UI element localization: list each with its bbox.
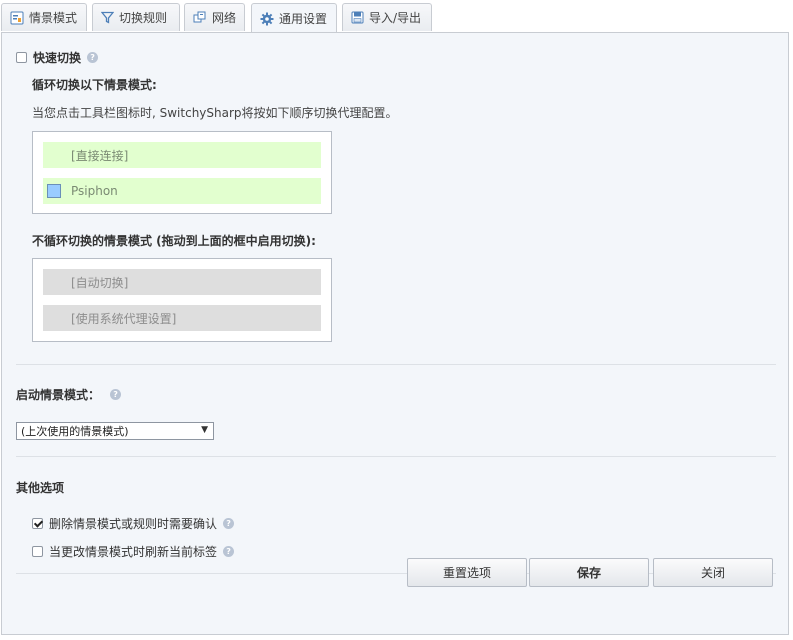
tab-general-settings[interactable]: 通用设置 xyxy=(251,3,337,33)
reset-button[interactable]: 重置选项 xyxy=(407,558,527,587)
tab-import-export[interactable]: 导入/导出 xyxy=(342,3,432,31)
general-settings-panel: 快速切换 ? 循环切换以下情景模式: 当您点击工具栏图标时, SwitchySh… xyxy=(1,32,789,635)
help-icon[interactable]: ? xyxy=(87,52,99,63)
noncycle-heading: 不循环切换的情景模式 (拖动到上面的框中启用切换): xyxy=(32,234,316,248)
tab-switch-rules-label: 切换规则 xyxy=(119,11,168,25)
option-confirm-delete: 删除情景模式或规则时需要确认 ? xyxy=(32,515,235,532)
startup-profile-selected: (上次使用的情景模式) xyxy=(21,425,129,438)
profiles-icon xyxy=(10,11,24,25)
option-refresh-tab: 当更改情景模式时刷新当前标签 ? xyxy=(32,543,235,560)
filter-icon xyxy=(101,11,114,24)
gear-icon xyxy=(260,12,274,26)
noncycle-item-system-label: [使用系统代理设置] xyxy=(71,311,177,326)
noncycle-item-auto-label: [自动切换] xyxy=(71,275,129,290)
tab-general-settings-label: 通用设置 xyxy=(279,12,328,26)
tab-import-export-label: 导入/导出 xyxy=(369,11,422,25)
refresh-tab-label: 当更改情景模式时刷新当前标签 xyxy=(49,545,218,559)
divider xyxy=(16,364,776,365)
tab-network-label: 网络 xyxy=(212,11,237,25)
cycle-description: 当您点击工具栏图标时, SwitchySharp将按如下顺序切换代理配置。 xyxy=(32,106,398,120)
tab-profiles[interactable]: 情景模式 xyxy=(1,3,87,31)
save-button[interactable]: 保存 xyxy=(529,558,649,587)
noncycle-profiles-box[interactable]: [自动切换] [使用系统代理设置] xyxy=(32,258,332,342)
noncycle-item-auto[interactable]: [自动切换] xyxy=(43,269,321,295)
help-icon[interactable]: ? xyxy=(223,518,235,529)
cycle-heading: 循环切换以下情景模式: xyxy=(32,78,157,92)
refresh-tab-checkbox[interactable] xyxy=(32,546,43,557)
other-options-heading: 其他选项 xyxy=(16,481,65,495)
chevron-down-icon: ▼ xyxy=(201,425,208,435)
profile-color-swatch xyxy=(47,184,61,198)
tab-switch-rules[interactable]: 切换规则 xyxy=(92,3,180,31)
network-icon xyxy=(193,11,207,24)
confirm-delete-checkbox[interactable] xyxy=(32,518,43,529)
floppy-disk-icon xyxy=(351,11,364,24)
startup-profile-select[interactable]: (上次使用的情景模式) ▼ xyxy=(16,422,214,440)
cycle-item-psiphon[interactable]: Psiphon xyxy=(43,178,321,204)
startup-profile-row: 启动情景模式： ? xyxy=(16,386,122,403)
quick-switch-label: 快速切换 xyxy=(33,51,82,65)
cycle-item-direct[interactable]: [直接连接] xyxy=(43,142,321,168)
close-button[interactable]: 关闭 xyxy=(653,558,773,587)
quick-switch-row: 快速切换 ? xyxy=(16,49,99,66)
help-icon[interactable]: ? xyxy=(223,546,235,557)
quick-switch-checkbox[interactable] xyxy=(16,52,27,63)
cycle-item-psiphon-label: Psiphon xyxy=(71,184,118,198)
help-icon[interactable]: ? xyxy=(110,389,122,400)
tab-network[interactable]: 网络 xyxy=(184,3,245,31)
tab-profiles-label: 情景模式 xyxy=(29,11,78,25)
cycle-profiles-box[interactable]: [直接连接] Psiphon xyxy=(32,131,332,214)
startup-profile-label: 启动情景模式： xyxy=(16,388,101,402)
divider xyxy=(16,456,776,457)
noncycle-item-system[interactable]: [使用系统代理设置] xyxy=(43,305,321,331)
confirm-delete-label: 删除情景模式或规则时需要确认 xyxy=(49,517,218,531)
cycle-item-direct-label: [直接连接] xyxy=(71,148,129,163)
